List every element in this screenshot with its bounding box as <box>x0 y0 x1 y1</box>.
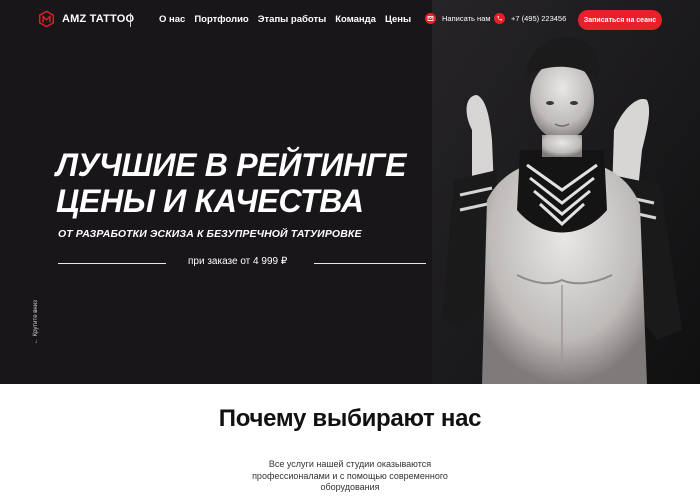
phone-number: +7 (495) 223456 <box>511 14 567 23</box>
brand-name: AMZ TATTOO <box>62 13 135 25</box>
headline-line-2: ЦЕНЫ И КАЧЕСТВА <box>56 183 364 219</box>
write-us-label: Написать нам <box>442 14 491 23</box>
phone-icon <box>494 13 505 24</box>
menu-item-prices[interactable]: Цены <box>385 14 411 25</box>
top-nav: AMZ TATTOO О нас Портфолио Этапы работы … <box>0 0 700 40</box>
write-us-link[interactable]: Написать нам <box>425 13 491 24</box>
hero-photo <box>432 0 700 384</box>
why-us-title: Почему выбирают нас <box>218 405 482 432</box>
why-us-text: Все услуги нашей студии оказываются проф… <box>252 459 448 492</box>
book-session-button[interactable]: Записаться на сеанс <box>578 10 662 30</box>
price-text: при заказе от 4 999 ₽ <box>188 256 288 267</box>
menu-item-portfolio[interactable]: Портфолио <box>194 14 248 25</box>
logo-divider <box>130 13 131 27</box>
menu-item-about[interactable]: О нас <box>159 14 185 25</box>
mail-icon <box>425 13 436 24</box>
price-row: при заказе от 4 999 ₽ <box>58 256 426 270</box>
phone-link[interactable]: +7 (495) 223456 <box>494 13 566 24</box>
main-menu: О нас Портфолио Этапы работы Команда Цен… <box>159 14 411 25</box>
headline-line-1: ЛУЧШИЕ В РЕЙТИНГЕ <box>56 147 407 183</box>
logo-icon <box>39 10 54 28</box>
menu-item-stages[interactable]: Этапы работы <box>258 14 326 25</box>
menu-item-team[interactable]: Команда <box>335 14 376 25</box>
hero-section: AMZ TATTOO О нас Портфолио Этапы работы … <box>0 0 700 384</box>
tattooed-model-image <box>432 0 700 384</box>
hero-headline: ЛУЧШИЕ В РЕЙТИНГЕ ЦЕНЫ И КАЧЕСТВА <box>56 147 406 219</box>
price-divider-right <box>314 263 426 264</box>
hero-subline: ОТ РАЗРАБОТКИ ЭСКИЗА К БЕЗУПРЕЧНОЙ ТАТУИ… <box>58 228 362 240</box>
logo[interactable]: AMZ TATTOO <box>38 10 134 28</box>
scroll-down-hint[interactable]: ← Крутите вниз <box>33 300 39 344</box>
price-divider-left <box>58 263 166 264</box>
